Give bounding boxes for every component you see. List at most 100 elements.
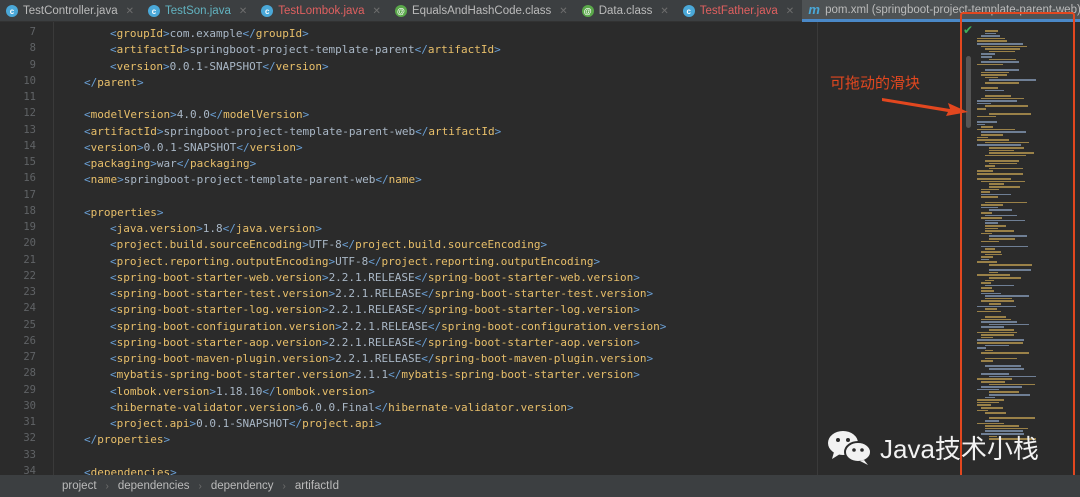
code-line[interactable]: <version>0.0.1-SNAPSHOT</version> — [84, 140, 303, 156]
line-number: 10 — [23, 74, 36, 87]
annotation-arrow-icon — [882, 98, 968, 116]
breadcrumb-item[interactable]: project — [62, 480, 97, 492]
tag-value: war — [156, 157, 177, 170]
token: </ — [262, 384, 276, 398]
tag-value: 2.2.1.RELEASE — [335, 352, 422, 365]
breadcrumb-item[interactable]: dependency — [211, 480, 274, 492]
token: < — [110, 303, 117, 317]
code-line[interactable]: <artifactId>springboot-project-template-… — [110, 42, 501, 58]
token: </ — [84, 433, 98, 447]
code-line[interactable]: <groupId>com.example</groupId> — [110, 26, 309, 42]
code-line[interactable]: <spring-boot-starter-test.version>2.2.1.… — [110, 286, 653, 302]
token: > — [633, 303, 640, 317]
token: </ — [84, 75, 98, 89]
tag-name: mybatis-spring-boot-starter.version — [401, 368, 634, 382]
code-line[interactable]: </parent> — [84, 75, 144, 91]
line-number: 14 — [23, 139, 36, 152]
tag-name: artifactId — [116, 43, 183, 57]
close-tab-icon[interactable]: ✕ — [126, 6, 134, 17]
watermark-text: Java技术小栈 — [880, 433, 1039, 464]
token: > — [335, 319, 342, 333]
tab-0[interactable]: c TestController.java ✕ — [0, 0, 142, 22]
token: < — [110, 43, 117, 57]
code-editor[interactable]: 7 8 9 10 11 12 13 14 15 16 17 18 19 20 21 22 23 24 25 26 27 2… — [0, 22, 1080, 475]
tag-name: hibernate-validator.version — [388, 400, 567, 414]
code-line[interactable]: <spring-boot-configuration.version>2.2.1… — [110, 319, 666, 335]
line-number: 9 — [29, 58, 36, 71]
token: > — [659, 319, 667, 333]
code-line[interactable]: <project.reporting.outputEncoding>UTF-8<… — [110, 254, 600, 270]
token: > — [321, 303, 329, 317]
token: </ — [341, 238, 356, 252]
tab-2[interactable]: c TestLombok.java ✕ — [255, 0, 389, 22]
tag-name: dependencies — [90, 465, 171, 475]
code-line[interactable]: <artifactId>springboot-project-template-… — [84, 124, 501, 140]
breadcrumb-item[interactable]: artifactId — [295, 480, 339, 492]
code-line[interactable]: <spring-boot-starter-web.version>2.2.1.R… — [110, 270, 640, 286]
token: > — [302, 27, 309, 40]
close-tab-icon[interactable]: ✕ — [373, 6, 381, 17]
tag-name: modelVersion — [223, 108, 303, 122]
tag-name: project.build.sourceEncoding — [116, 238, 303, 252]
token: </ — [414, 335, 428, 349]
line-number: 7 — [29, 26, 36, 38]
code-line[interactable]: <mybatis-spring-boot-starter.version>2.1… — [110, 367, 640, 383]
token: > — [196, 222, 203, 235]
code-line[interactable]: <packaging>war</packaging> — [84, 156, 256, 172]
wechat-icon — [828, 431, 872, 465]
tag-value: springboot-project-template-parent-web — [123, 173, 376, 187]
tab-4[interactable]: @ Data.class ✕ — [576, 0, 677, 22]
code-line[interactable]: <project.build.sourceEncoding>UTF-8</pro… — [110, 237, 547, 253]
token: < — [110, 384, 117, 398]
code-line[interactable]: <version>0.0.1-SNAPSHOT</version> — [110, 59, 329, 75]
chevron-right-icon: › — [198, 480, 202, 492]
code-line[interactable]: <java.version>1.8</java.version> — [110, 221, 322, 237]
line-number: 26 — [23, 334, 36, 347]
code-line[interactable]: <spring-boot-starter-aop.version>2.2.1.R… — [110, 335, 640, 351]
tag-name: spring-boot-starter-log.version — [427, 303, 634, 317]
close-tab-icon[interactable]: ✕ — [559, 6, 567, 17]
token: > — [162, 27, 170, 40]
code-line[interactable]: <spring-boot-maven-plugin.version>2.2.1.… — [110, 351, 653, 367]
breadcrumb-item[interactable]: dependencies — [118, 480, 190, 492]
token: > — [374, 417, 382, 430]
tab-label: EqualsAndHashCode.class — [411, 5, 552, 17]
token: </ — [209, 108, 224, 122]
close-tab-icon[interactable]: ✕ — [786, 6, 794, 17]
code-line[interactable]: <hibernate-validator.version>6.0.0.Final… — [110, 400, 574, 416]
tag-name: properties — [90, 205, 157, 219]
tag-name: java.version — [116, 222, 197, 235]
close-tab-icon[interactable]: ✕ — [239, 6, 247, 17]
tab-1[interactable]: c TestSon.java ✕ — [142, 0, 255, 22]
tag-value: 0.0.1-SNAPSHOT — [143, 140, 237, 154]
tab-5[interactable]: c TestFather.java ✕ — [677, 0, 802, 22]
code-line[interactable]: <dependencies> — [84, 465, 177, 475]
code-line[interactable]: <name>springboot-project-template-parent… — [84, 172, 422, 188]
tag-value: com.example — [169, 27, 243, 40]
token: > — [494, 43, 501, 57]
line-number: 27 — [23, 351, 36, 363]
token: < — [110, 417, 117, 430]
code-line[interactable]: <lombok.version>1.18.10</lombok.version> — [110, 384, 375, 400]
code-line[interactable]: </properties> — [84, 432, 170, 448]
code-line[interactable]: <properties> — [84, 205, 163, 221]
token: </ — [415, 124, 429, 138]
tag-value: 0.0.1-SNAPSHOT — [169, 59, 263, 73]
token: > — [249, 157, 257, 170]
code-line[interactable]: <spring-boot-starter-log.version>2.2.1.R… — [110, 302, 640, 318]
tab-label: TestLombok.java — [278, 5, 365, 17]
tag-name: project.api — [302, 417, 375, 430]
tag-name: parent — [97, 75, 137, 89]
tab-3[interactable]: @ EqualsAndHashCode.class ✕ — [389, 0, 576, 22]
token: > — [593, 254, 601, 268]
close-tab-icon[interactable]: ✕ — [660, 6, 668, 17]
tag-value: 2.2.1.RELEASE — [341, 319, 428, 333]
token: < — [110, 368, 117, 382]
token: < — [110, 335, 117, 349]
tag-value: 2.2.1.RELEASE — [335, 287, 422, 300]
code-line[interactable]: <modelVersion>4.0.0</modelVersion> — [84, 107, 309, 123]
token: > — [162, 59, 170, 73]
breadcrumb: project › dependencies › dependency › artifact… — [0, 475, 1080, 497]
code-line[interactable]: <project.api>0.0.1-SNAPSHOT</project.api… — [110, 416, 382, 432]
line-number: 20 — [23, 237, 36, 250]
